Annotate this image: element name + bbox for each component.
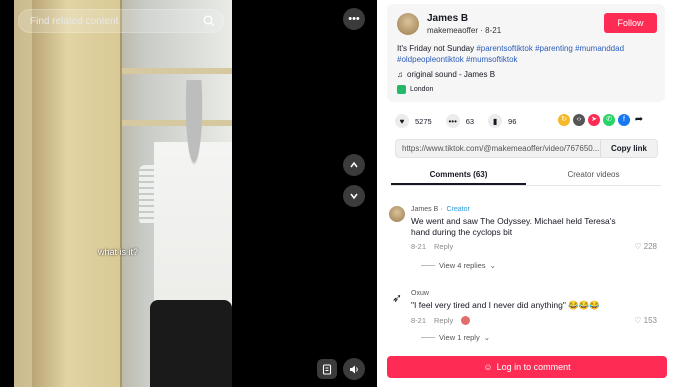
share-options: ↻ ‹› ➤ ✆ f ➦: [558, 114, 645, 126]
commenter-name-line: James B · Creator: [411, 206, 470, 213]
tab-comments[interactable]: Comments (63): [391, 166, 526, 185]
video-scene-bin: [150, 300, 232, 387]
heart-outline-icon: ♡: [634, 316, 642, 325]
comment-meta: 8-21 Reply: [411, 316, 471, 325]
captions-icon: [322, 363, 331, 375]
post-description: It's Friday not Sunday #parentsoftiktok …: [397, 43, 655, 65]
comment-button[interactable]: •••: [445, 114, 460, 128]
like-count: 5275: [415, 116, 432, 126]
video-caption: what is it?: [98, 247, 139, 257]
facebook-share-icon[interactable]: f: [618, 114, 630, 126]
comment-text: We went and saw The Odyssey. Michael hel…: [411, 216, 616, 237]
chevron-down-icon: [350, 193, 358, 200]
search-placeholder: Find related content: [30, 15, 119, 27]
hashtag-link[interactable]: #mumsoftiktok: [466, 55, 518, 64]
comment-item: James B · Creator We went and saw The Od…: [389, 206, 665, 276]
tab-creator-videos[interactable]: Creator videos: [526, 166, 661, 185]
chevron-down-icon: ⌄: [489, 261, 496, 270]
share-icon[interactable]: ➦: [633, 114, 645, 126]
reply-button[interactable]: Reply: [434, 316, 453, 325]
like-button[interactable]: ♥: [395, 114, 409, 128]
author-name[interactable]: James B: [427, 13, 468, 24]
comment-text: "I feel very tired and I never did anyth…: [411, 300, 600, 310]
volume-button[interactable]: [343, 358, 365, 380]
hashtag-link[interactable]: #parenting: [535, 44, 573, 53]
comment-like-button[interactable]: ♡ 228: [634, 242, 657, 251]
commenter-name[interactable]: Oxuw: [411, 290, 429, 297]
name-separator: ·: [440, 206, 443, 213]
comment-bubble-icon: ☺: [483, 362, 493, 372]
view-replies-button[interactable]: View 1 reply ⌄: [421, 333, 490, 342]
details-panel: James B makemeaoffer · 8-21 Follow It's …: [377, 0, 675, 387]
heart-outline-icon: ♡: [634, 242, 642, 251]
comment-date: 8-21: [411, 316, 427, 325]
commenter-avatar[interactable]: [389, 206, 405, 222]
video-scene-cabinet: [32, 0, 122, 387]
whatsapp-share-icon[interactable]: ✆: [603, 114, 615, 126]
comment-tabs: Comments (63) Creator videos: [391, 166, 661, 186]
creator-badge: Creator: [446, 206, 470, 213]
comment-item: ➶ Oxuw "I feel very tired and I never di…: [389, 290, 665, 348]
follow-button[interactable]: Follow: [604, 13, 657, 33]
engagement-stats: ♥ 5275 ••• 63 ▮ 96: [395, 114, 516, 128]
login-to-comment-button[interactable]: ☺ Log in to comment: [387, 356, 667, 378]
heart-icon: ♥: [399, 116, 405, 126]
location-icon: [397, 85, 406, 94]
location-name: London: [410, 86, 434, 93]
comment-like-count: 153: [643, 316, 657, 325]
video-scene-shelf: [122, 68, 232, 74]
commenter-name-line: Oxuw: [411, 290, 429, 297]
save-button[interactable]: ▮: [488, 114, 503, 128]
comment-date: 8-21: [411, 242, 427, 251]
video-pane: Find related content ••• what is it?: [0, 0, 377, 387]
view-replies-button[interactable]: View 4 replies ⌄: [421, 261, 496, 270]
volume-icon: [349, 365, 358, 373]
commenter-avatar[interactable]: ➶: [389, 290, 405, 306]
save-count: 96: [508, 116, 517, 126]
video-url[interactable]: https://www.tiktok.com/@makemeaoffer/vid…: [396, 144, 600, 153]
captions-button[interactable]: [317, 359, 337, 379]
hashtag-link[interactable]: #parentsoftiktok: [476, 44, 532, 53]
comment-count: 63: [465, 116, 475, 126]
chevron-up-icon: [350, 161, 358, 168]
repost-share-icon[interactable]: ↻: [558, 114, 570, 126]
chevron-down-icon: ⌄: [483, 333, 491, 342]
comment-like-button[interactable]: ♡ 153: [634, 316, 657, 325]
view-replies-label: View 4 replies: [439, 261, 486, 270]
comment-meta: 8-21 Reply: [411, 242, 453, 251]
post-date: 8-21: [485, 26, 502, 35]
comment-icon: •••: [448, 116, 457, 126]
music-note-icon: ♫: [397, 70, 403, 79]
login-label: Log in to comment: [496, 362, 571, 372]
post-info-card: James B makemeaoffer · 8-21 Follow It's …: [387, 4, 665, 102]
author-handle-line: makemeaoffer · 8-21: [427, 26, 501, 35]
copy-link-button[interactable]: Copy link: [599, 140, 657, 157]
view-replies-label: View 1 reply: [439, 333, 480, 342]
location-tag[interactable]: London: [397, 85, 433, 94]
commenter-name[interactable]: James B: [411, 206, 438, 213]
sound-name: original sound - James B: [407, 70, 496, 79]
description-text: It's Friday not Sunday: [397, 44, 477, 53]
video-link-box: https://www.tiktok.com/@makemeaoffer/vid…: [395, 139, 658, 158]
more-options-button[interactable]: •••: [343, 8, 365, 30]
sound-link[interactable]: ♫ original sound - James B: [397, 70, 495, 79]
video-player[interactable]: [14, 0, 232, 387]
previous-video-button[interactable]: [343, 154, 365, 176]
more-icon: •••: [348, 13, 360, 25]
reply-button[interactable]: Reply: [434, 242, 453, 251]
comment-like-count: 228: [643, 242, 657, 251]
send-share-icon[interactable]: ➤: [588, 114, 600, 126]
bookmark-icon: ▮: [492, 116, 498, 126]
hashtag-link[interactable]: #oldpeopleontiktok: [397, 55, 464, 64]
next-video-button[interactable]: [343, 185, 365, 207]
author-handle[interactable]: makemeaoffer: [427, 26, 478, 35]
hashtag-link[interactable]: #mumanddad: [575, 44, 624, 53]
search-icon: [203, 15, 215, 27]
author-avatar[interactable]: [397, 13, 419, 35]
related-search-input[interactable]: Find related content: [18, 9, 224, 33]
reaction-avatar: [461, 316, 471, 325]
embed-share-icon[interactable]: ‹›: [573, 114, 585, 126]
